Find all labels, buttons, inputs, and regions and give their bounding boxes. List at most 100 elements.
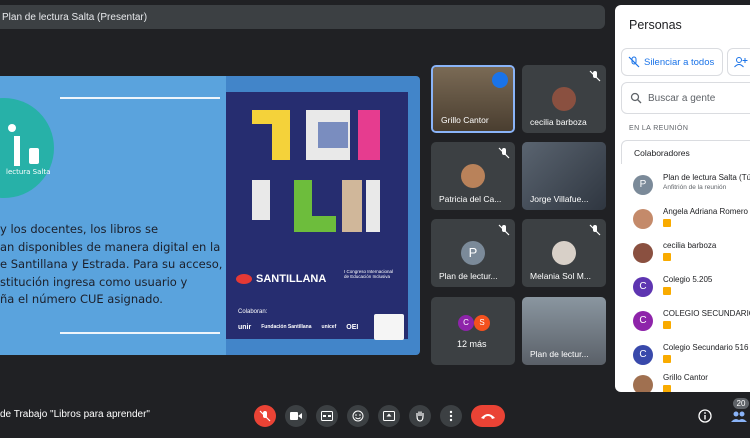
mic-off-icon: [498, 147, 510, 159]
section-heading: EN LA REUNIÓN: [629, 125, 689, 132]
participant-name: Jorge Villafue...: [530, 194, 589, 204]
sponsor-unir: unir: [238, 324, 252, 331]
avatar: P: [633, 175, 653, 195]
participant-name: cecilia barboza: [530, 117, 587, 127]
org-badge-icon: [663, 321, 671, 329]
people-list-item[interactable]: cecilia barboza: [633, 239, 750, 267]
org-badge-icon: [663, 287, 671, 295]
people-list-item[interactable]: C Colegio Secundario 516: [633, 341, 750, 369]
collaborators-group[interactable]: Colaboradores: [621, 140, 750, 164]
santillana-mark: [236, 274, 252, 284]
present-icon: [383, 411, 395, 421]
mic-off-icon: [589, 70, 601, 82]
mic-off-icon: [628, 56, 640, 68]
participant-name: Plan de lectur...: [439, 271, 498, 281]
captions-icon: [321, 411, 333, 421]
person-name: Colegio 5.205: [663, 275, 713, 284]
person-name: Grillo Cantor: [663, 373, 708, 382]
people-panel: Personas Silenciar a todos Buscar a gent…: [615, 5, 750, 392]
participant-name: Melania Sol M...: [530, 271, 591, 281]
presentation-title: Plan de lectura Salta (Presentar): [2, 11, 148, 23]
person-role: Anfitrión de la reunión: [663, 184, 727, 191]
slide-divider-bottom: [60, 332, 220, 334]
more-participants-label: 12 más: [457, 339, 487, 349]
participant-tile[interactable]: cecilia barboza: [522, 65, 606, 133]
emoji-icon: [352, 410, 364, 422]
avatar: C: [633, 311, 653, 331]
people-search-input[interactable]: Buscar a gente: [621, 82, 750, 114]
camera-toggle-button[interactable]: [285, 405, 307, 427]
avatar: [633, 209, 653, 229]
avatar: P: [461, 241, 485, 265]
collaborators-label: Colaboran:: [238, 309, 268, 315]
more-participants-tile[interactable]: C S 12 más: [431, 297, 515, 365]
speaking-indicator-icon: [492, 72, 508, 88]
panel-title: Personas: [629, 18, 682, 32]
meeting-name: de Trabajo "Libros para aprender": [0, 409, 150, 420]
org-badge-icon: [663, 253, 671, 261]
participant-tile[interactable]: Plan de lectur...: [522, 297, 606, 365]
people-list-item[interactable]: Angela Adriana Romero: [633, 205, 750, 233]
add-people-button[interactable]: [727, 48, 750, 76]
shared-presentation[interactable]: lectura Salta y los docentes, los libros…: [0, 76, 420, 355]
present-screen-button[interactable]: [378, 405, 400, 427]
presentation-banner: Plan de lectura Salta (Presentar): [0, 5, 605, 29]
captions-button[interactable]: [316, 405, 338, 427]
congress-poster: SANTILLANA I Congreso Internacional de E…: [226, 92, 408, 340]
avatar: [633, 375, 653, 392]
sponsor-fundacion: Fundación Santillana: [261, 324, 312, 330]
people-icon: [731, 411, 747, 422]
people-button[interactable]: [730, 407, 748, 425]
avatar: S: [474, 315, 490, 331]
slide-body-text: y los docentes, los libros se an disponi…: [0, 222, 223, 306]
slide-left-panel: lectura Salta y los docentes, los libros…: [0, 76, 226, 355]
more-vertical-icon: [449, 410, 453, 422]
org-badge-icon: [663, 219, 671, 227]
camera-icon: [290, 412, 302, 420]
more-avatars: C S: [458, 315, 490, 331]
participant-name: Plan de lectur...: [530, 349, 589, 359]
avatar: [552, 87, 576, 111]
people-list-item[interactable]: C COLEGIO SECUNDARIO: [633, 307, 750, 335]
program-logo: lectura Salta: [0, 98, 54, 198]
person-name: Plan de lectura Salta (Tú): [663, 173, 750, 182]
mute-all-button[interactable]: Silenciar a todos: [621, 48, 723, 76]
search-placeholder: Buscar a gente: [648, 92, 716, 104]
logo-text: lectura Salta: [6, 168, 51, 176]
avatar: [633, 243, 653, 263]
avatar: [461, 164, 485, 188]
mic-off-icon: [589, 224, 601, 236]
people-list-item[interactable]: Grillo Cantor: [633, 371, 750, 392]
participant-tile[interactable]: Grillo Cantor: [431, 65, 515, 133]
mic-toggle-button[interactable]: [254, 405, 276, 427]
more-options-button[interactable]: [440, 405, 462, 427]
people-list-item[interactable]: C Colegio 5.205: [633, 273, 750, 301]
sponsor-unicef: unicef: [321, 324, 337, 330]
participant-tile[interactable]: P Plan de lectur...: [431, 219, 515, 287]
meeting-details-button[interactable]: [696, 407, 714, 425]
avatar: C: [633, 277, 653, 297]
hand-icon: [416, 411, 424, 422]
avatar: C: [458, 315, 474, 331]
avatar: C: [633, 345, 653, 365]
slide-divider-top: [60, 97, 220, 99]
avatar: [552, 241, 576, 265]
participant-count-badge: 20: [733, 398, 749, 409]
search-icon: [630, 92, 642, 104]
participant-tile[interactable]: Melania Sol M...: [522, 219, 606, 287]
hang-up-icon: [481, 414, 495, 419]
people-list-item[interactable]: P Plan de lectura Salta (Tú) Anfitrión d…: [633, 171, 750, 199]
emoji-button[interactable]: [347, 405, 369, 427]
info-icon: [698, 409, 712, 423]
add-person-icon: [734, 57, 748, 68]
org-badge-icon: [663, 355, 671, 363]
raise-hand-button[interactable]: [409, 405, 431, 427]
mic-off-icon: [259, 410, 271, 422]
participant-tile[interactable]: Jorge Villafue...: [522, 142, 606, 210]
person-name: Colegio Secundario 516: [663, 343, 749, 352]
mic-off-icon: [498, 224, 510, 236]
participant-tile[interactable]: Patricia del Ca...: [431, 142, 515, 210]
person-name: cecilia barboza: [663, 241, 717, 250]
recaptcha-badge[interactable]: [374, 314, 404, 340]
leave-call-button[interactable]: [471, 405, 505, 427]
